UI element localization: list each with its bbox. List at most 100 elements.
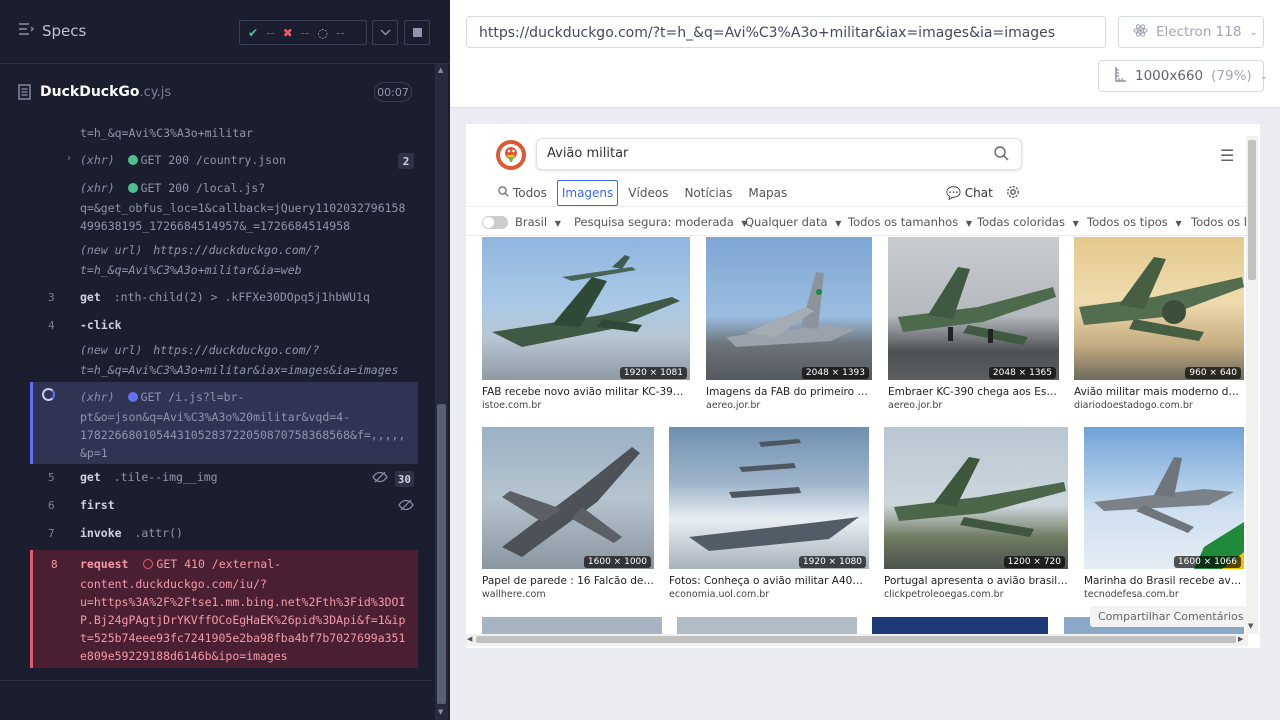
result-title[interactable]: Papel de parede : 16 Falcão de co...: [482, 575, 654, 587]
tab-mapas[interactable]: Mapas: [742, 180, 793, 206]
result-source[interactable]: wallhere.com: [482, 589, 546, 600]
log-entry[interactable]: (new url) https://duckduckgo.com/? t=h_&…: [30, 242, 418, 280]
count-badge: 30: [394, 471, 414, 487]
log-entry[interactable]: t=h_&q=Avi%C3%A3o+militar: [30, 112, 418, 140]
filter-label: Todos os tamanhos: [848, 215, 959, 229]
log-entry[interactable]: 3 get :nth-child(2) > .kFFXe30DOpq5j1hbW…: [30, 288, 418, 310]
result-source[interactable]: aereo.jor.br: [706, 400, 760, 411]
result-source[interactable]: economia.uol.com.br: [669, 589, 769, 600]
viewport-size: 1000x660: [1135, 68, 1204, 84]
result-thumbnail[interactable]: [706, 237, 872, 380]
filter-region[interactable]: Brasil ▼: [515, 215, 561, 229]
image-result[interactable]: 1920 × 1081 FAB recebe novo avião milita…: [482, 237, 690, 415]
scroll-down-icon[interactable]: ▼: [438, 708, 443, 716]
result-thumbnail[interactable]: [482, 427, 654, 569]
image-result[interactable]: 960 × 640 Avião militar mais moderno do …: [1074, 237, 1244, 415]
log-entry-active[interactable]: (xhr) GET /i.js?l=br- pt&o=json&q=Avi%C3…: [30, 382, 418, 464]
scroll-thumb[interactable]: [437, 404, 446, 704]
command-log-scrollbar[interactable]: ▲ ▼: [435, 64, 448, 720]
log-entry[interactable]: 6 first: [30, 496, 418, 518]
viewport-info[interactable]: 1000x660 (79%) ⌄: [1098, 60, 1268, 92]
result-source[interactable]: aereo.jor.br: [888, 400, 942, 411]
tab-imagens[interactable]: Imagens: [556, 180, 619, 206]
command-name: request: [80, 557, 129, 571]
browser-selector[interactable]: Electron 118 ⌄: [1118, 16, 1264, 48]
result-title[interactable]: Avião militar mais moderno do Bra...: [1074, 386, 1244, 398]
image-result[interactable]: 2048 × 1365 Embraer KC-390 chega aos Est…: [888, 237, 1059, 415]
tab-todos[interactable]: Todos: [513, 180, 553, 206]
scroll-down-icon[interactable]: ▼: [1248, 622, 1253, 630]
log-entry[interactable]: (xhr) GET 200 /local.js? q=&get_obfus_lo…: [30, 178, 418, 236]
image-result[interactable]: 1200 × 720 Portugal apresenta o avião br…: [884, 427, 1068, 605]
result-source[interactable]: clickpetroleoegas.com.br: [884, 589, 1004, 600]
result-thumbnail[interactable]: [888, 237, 1059, 380]
image-result[interactable]: 2048 × 1393 Imagens da FAB do primeiro v…: [706, 237, 872, 415]
result-thumbnail[interactable]: [884, 427, 1068, 569]
result-thumbnail[interactable]: [669, 427, 869, 569]
result-source[interactable]: istoe.com.br: [482, 400, 541, 411]
image-result[interactable]: 1920 × 1080 Fotos: Conheça o avião milit…: [669, 427, 869, 605]
region-toggle[interactable]: [482, 216, 508, 229]
result-thumbnail[interactable]: [1084, 427, 1244, 569]
ruler-icon: [1113, 66, 1127, 86]
specs-label: Specs: [42, 22, 87, 40]
result-title[interactable]: Portugal apresenta o avião brasileiro ..…: [884, 575, 1068, 587]
scroll-left-icon[interactable]: ◀: [467, 635, 472, 643]
tab-noticias[interactable]: Notícias: [678, 180, 738, 206]
stop-button[interactable]: [404, 20, 430, 45]
result-title[interactable]: Marinha do Brasil recebe avião d...: [1084, 575, 1244, 587]
log-text: https://duckduckgo.com/?: [153, 343, 320, 357]
command-name: invoke: [80, 526, 122, 540]
filter-label: Qualquer data: [745, 215, 828, 229]
result-thumbnail[interactable]: [482, 237, 690, 380]
scroll-up-icon[interactable]: ▲: [438, 66, 443, 74]
result-title[interactable]: Imagens da FAB do primeiro voo ...: [706, 386, 872, 398]
filter-size[interactable]: Todos os tamanhos ▼: [848, 215, 972, 229]
chat-link[interactable]: 💬 Chat: [946, 186, 993, 200]
share-feedback-button[interactable]: Compartilhar Comentários: [1090, 606, 1252, 627]
filter-date[interactable]: Qualquer data ▼: [745, 215, 841, 229]
log-entry[interactable]: 4 -click: [30, 316, 418, 338]
result-source[interactable]: diariodoestadogo.com.br: [1074, 400, 1193, 411]
specs-toggle[interactable]: Specs: [18, 22, 86, 40]
iframe-horizontal-scrollbar[interactable]: ◀ ▶: [466, 634, 1248, 646]
scroll-thumb[interactable]: [1248, 140, 1256, 280]
image-result[interactable]: 1600 × 1000 Papel de parede : 16 Falcão …: [482, 427, 654, 605]
result-title[interactable]: FAB recebe novo avião militar KC-390 - I…: [482, 386, 690, 398]
log-entry[interactable]: 7 invoke .attr(): [30, 524, 418, 546]
image-result[interactable]: [482, 617, 662, 634]
log-entry-failed[interactable]: 8 request GET 410 /external- content.duc…: [30, 550, 418, 668]
result-source[interactable]: tecnodefesa.com.br: [1084, 589, 1179, 600]
aut-iframe: Avião militar ☰ Todos Imagens Vídeos Not…: [466, 124, 1260, 648]
filter-color[interactable]: Todas coloridas ▼: [977, 215, 1079, 229]
scroll-thumb[interactable]: [476, 636, 1236, 643]
result-thumbnail[interactable]: [1074, 237, 1244, 380]
filter-layout[interactable]: Todos os l: [1191, 215, 1246, 229]
chevron-down-icon[interactable]: [372, 20, 398, 45]
search-input[interactable]: Avião militar: [536, 138, 1022, 170]
url-bar[interactable]: https://duckduckgo.com/?t=h_&q=Avi%C3%A3…: [466, 16, 1106, 48]
tab-videos[interactable]: Vídeos: [622, 180, 674, 206]
gear-icon[interactable]: [1006, 184, 1020, 203]
menu-icon[interactable]: ☰: [1220, 146, 1234, 165]
spec-file-name[interactable]: DuckDuckGo.cy.js: [40, 84, 171, 100]
filter-safesearch[interactable]: Pesquisa segura: moderada ▼: [574, 215, 748, 229]
command-number: 3: [48, 291, 55, 304]
filter-type[interactable]: Todos os tipos ▼: [1087, 215, 1182, 229]
caret-down-icon: ▼: [835, 219, 842, 228]
image-result[interactable]: [872, 617, 1048, 634]
command-number: 7: [48, 527, 55, 540]
iframe-vertical-scrollbar[interactable]: ▼: [1246, 136, 1258, 634]
duckduckgo-logo[interactable]: [496, 140, 526, 170]
image-result[interactable]: 1600 × 1066 Marinha do Brasil recebe avi…: [1084, 427, 1244, 605]
result-title[interactable]: Embraer KC-390 chega aos Estado...: [888, 386, 1059, 398]
image-result[interactable]: [677, 617, 857, 634]
log-message: content.duckduckgo.com/iu/? u=https%3A%2…: [80, 577, 406, 663]
log-entry[interactable]: › (xhr) GET 200 /country.json 2: [30, 150, 418, 172]
log-entry[interactable]: (new url) https://duckduckgo.com/? t=h_&…: [30, 342, 418, 380]
result-title[interactable]: Fotos: Conheça o avião militar A400M, d.…: [669, 575, 869, 587]
search-icon[interactable]: [994, 146, 1009, 165]
image-dimensions: 1600 × 1000: [583, 556, 651, 568]
log-entry[interactable]: 5 get .tile--img__img 30: [30, 468, 418, 490]
scroll-right-icon[interactable]: ▶: [1238, 635, 1243, 643]
